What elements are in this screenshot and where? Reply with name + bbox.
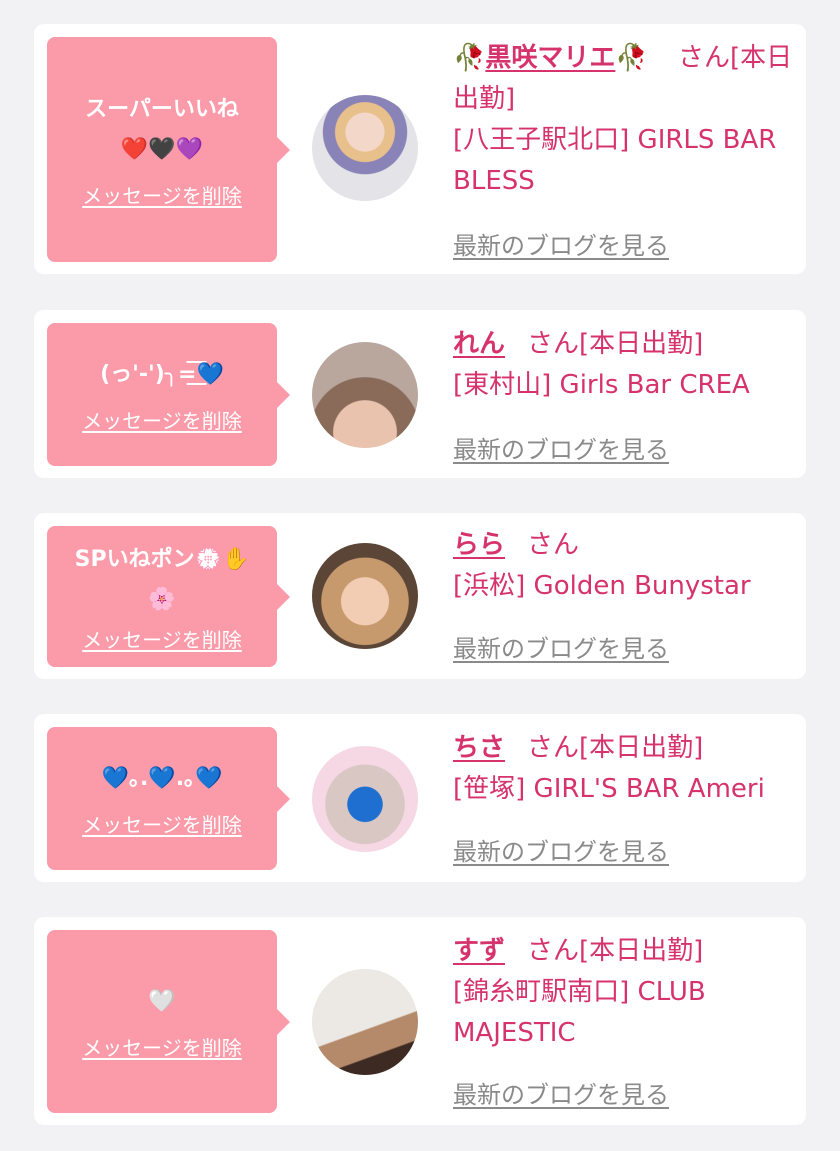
message-emoji: ❤️🖤💜 <box>120 137 204 162</box>
shop-name: [浜松] Golden Bunystar <box>453 571 751 601</box>
avatar[interactable] <box>312 342 418 448</box>
message-text: SPいねポン💮✋🌸 <box>74 547 250 612</box>
delete-message-link[interactable]: メッセージを削除 <box>82 624 242 653</box>
rose-icon: 🥀 <box>453 43 486 73</box>
rose-icon: 🥀 <box>615 43 648 73</box>
shop-name: [東村山] Girls Bar CREA <box>453 370 750 400</box>
delete-message-link[interactable]: メッセージを削除 <box>82 405 242 434</box>
shop-name: [錦糸町駅南口] CLUB MAJESTIC <box>453 977 706 1048</box>
latest-blog-link[interactable]: 最新のブログを見る <box>453 832 669 867</box>
message-card: 💙｡.💙.｡💙 メッセージを削除 ちさ さん[本日出勤] [笹塚] GIRL'S … <box>34 714 806 882</box>
entry-info: すず さん[本日出勤] [錦糸町駅南口] CLUB MAJESTIC <box>453 931 798 1054</box>
message-bubble: (っ'-')╮=͟͟͞͞💙 メッセージを削除 <box>47 323 290 466</box>
status-suffix: さん <box>527 530 580 560</box>
entry-info: 🥀黒咲マリエ🥀 さん[本日出勤] [八王子駅北口] GIRLS BAR BLES… <box>453 38 798 202</box>
message-card: スーパーいいね ❤️🖤💜 メッセージを削除 🥀黒咲マリエ🥀 さん[本日出勤] [… <box>34 24 806 274</box>
message-text: 💙｡.💙.｡💙 <box>101 766 223 791</box>
latest-blog-link[interactable]: 最新のブログを見る <box>453 430 669 465</box>
message-bubble: SPいねポン💮✋🌸 メッセージを削除 <box>47 526 290 667</box>
delete-message-link[interactable]: メッセージを削除 <box>82 180 242 209</box>
avatar[interactable] <box>312 969 418 1075</box>
shop-name: [笹塚] GIRL'S BAR Ameri <box>453 774 765 804</box>
message-bubble: スーパーいいね ❤️🖤💜 メッセージを削除 <box>47 37 290 262</box>
message-text: (っ'-')╮=͟͟͞͞💙 <box>100 362 224 387</box>
latest-blog-link[interactable]: 最新のブログを見る <box>453 1075 669 1110</box>
message-main: スーパーいいね <box>85 97 239 122</box>
latest-blog-link[interactable]: 最新のブログを見る <box>453 629 669 664</box>
message-card: (っ'-')╮=͟͟͞͞💙 メッセージを削除 れん さん[本日出勤] [東村山] … <box>34 310 806 478</box>
entry-info: ちさ さん[本日出勤] [笹塚] GIRL'S BAR Ameri <box>453 728 798 810</box>
message-bubble: 💙｡.💙.｡💙 メッセージを削除 <box>47 727 290 870</box>
status-suffix: さん[本日出勤] <box>527 936 704 966</box>
message-bubble: 🤍 メッセージを削除 <box>47 930 290 1113</box>
entry-info: らら さん [浜松] Golden Bunystar <box>453 525 798 607</box>
delete-message-link[interactable]: メッセージを削除 <box>82 1032 242 1061</box>
girl-name-link[interactable]: すず <box>453 936 505 966</box>
girl-name-link[interactable]: れん <box>453 329 505 359</box>
avatar[interactable] <box>312 746 418 852</box>
girl-name-link[interactable]: ちさ <box>453 733 505 763</box>
girl-name-link[interactable]: 黒咲マリエ <box>485 43 615 73</box>
girl-name-link[interactable]: らら <box>453 530 505 560</box>
message-card: 🤍 メッセージを削除 すず さん[本日出勤] [錦糸町駅南口] CLUB MAJE… <box>34 917 806 1125</box>
status-suffix: さん[本日出勤] <box>527 733 704 763</box>
message-text: 🤍 <box>148 989 176 1014</box>
message-card: SPいねポン💮✋🌸 メッセージを削除 らら さん [浜松] Golden Buny… <box>34 513 806 679</box>
entry-info: れん さん[本日出勤] [東村山] Girls Bar CREA <box>453 324 798 406</box>
status-suffix: さん[本日出勤] <box>527 329 704 359</box>
avatar[interactable] <box>312 95 418 201</box>
latest-blog-link[interactable]: 最新のブログを見る <box>453 226 669 261</box>
avatar[interactable] <box>312 543 418 649</box>
delete-message-link[interactable]: メッセージを削除 <box>82 809 242 838</box>
shop-name: [八王子駅北口] GIRLS BAR BLESS <box>453 125 777 196</box>
message-text: スーパーいいね ❤️🖤💜 <box>77 90 247 170</box>
